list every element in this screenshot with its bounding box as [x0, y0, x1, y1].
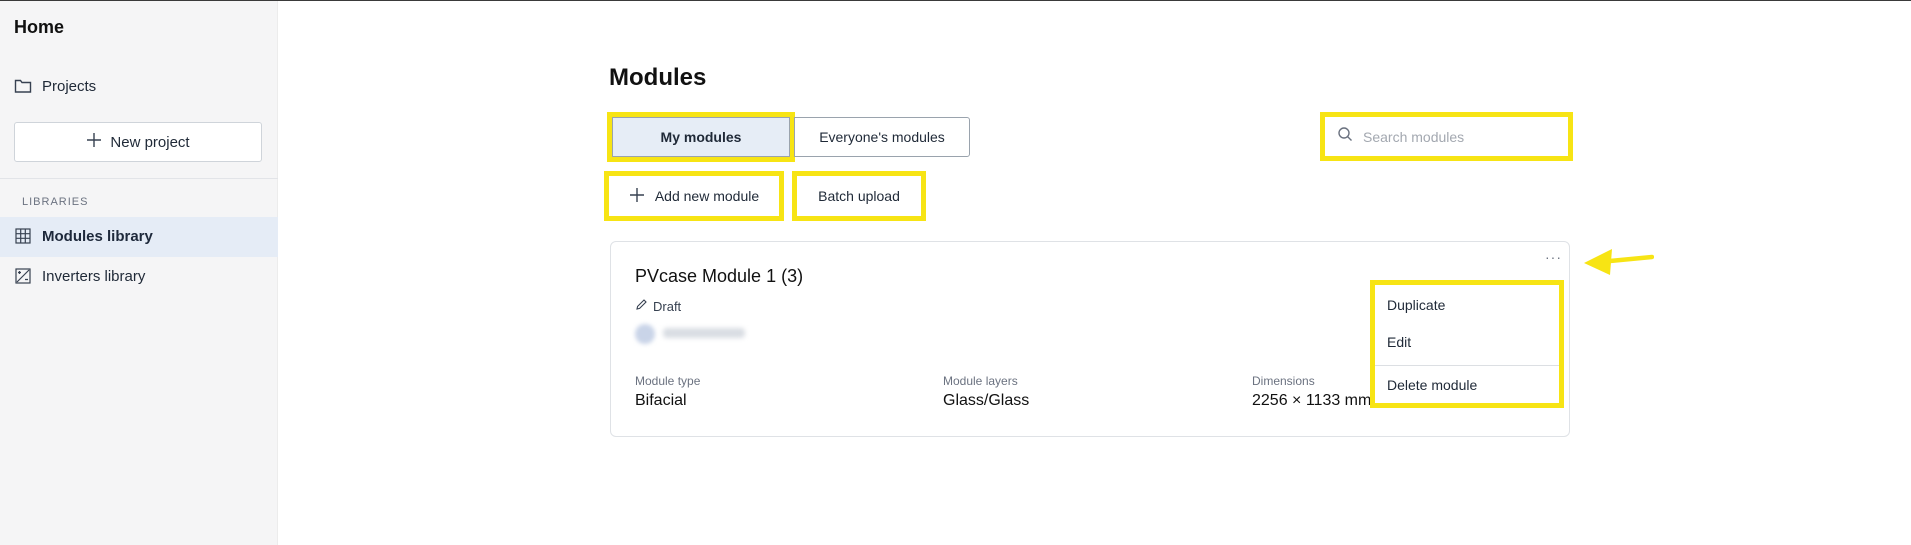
- plus-icon: [86, 132, 102, 152]
- add-new-module-label: Add new module: [654, 188, 760, 204]
- menu-item-delete-module[interactable]: Delete module: [1375, 367, 1559, 403]
- avatar: [635, 324, 655, 344]
- sidebar-item-label: Inverters library: [42, 267, 146, 285]
- sidebar-item-projects[interactable]: Projects: [14, 77, 96, 95]
- tab-my-modules[interactable]: My modules: [607, 112, 795, 162]
- annotation-arrow-icon: [1584, 249, 1654, 275]
- folder-icon: [14, 77, 32, 95]
- more-options-icon[interactable]: ···: [1545, 249, 1562, 265]
- context-menu: Duplicate Edit Delete module: [1370, 280, 1564, 408]
- module-type-label: Module type: [635, 374, 701, 388]
- sidebar: Home Projects New project LIBRARIES Modu…: [0, 1, 278, 545]
- search-input[interactable]: [1363, 128, 1563, 145]
- add-new-module-button[interactable]: Add new module: [604, 171, 784, 221]
- menu-item-duplicate[interactable]: Duplicate: [1375, 287, 1559, 323]
- tab-label: Everyone's modules: [819, 129, 945, 145]
- search-box[interactable]: [1320, 112, 1573, 161]
- batch-upload-label: Batch upload: [818, 188, 900, 204]
- module-card-title[interactable]: PVcase Module 1 (3): [635, 266, 803, 287]
- tab-label: My modules: [660, 129, 742, 145]
- status-badge: Draft: [635, 298, 681, 314]
- grid-icon: [14, 227, 32, 245]
- new-project-button[interactable]: New project: [14, 122, 262, 162]
- inverter-icon: [14, 267, 32, 285]
- module-type-value: Bifacial: [635, 392, 687, 409]
- status-label: Draft: [653, 298, 682, 314]
- module-layers-value: Glass/Glass: [943, 392, 1030, 409]
- pencil-icon: [635, 298, 648, 314]
- new-project-label: New project: [110, 133, 190, 151]
- sidebar-home-title[interactable]: Home: [14, 17, 64, 38]
- sidebar-section-heading: LIBRARIES: [22, 196, 89, 208]
- dimensions-label: Dimensions: [1252, 374, 1315, 388]
- search-icon: [1337, 126, 1353, 147]
- sidebar-item-label: Modules library: [42, 227, 153, 245]
- sidebar-item-inverters-library[interactable]: Inverters library: [14, 267, 145, 285]
- sidebar-item-label: Projects: [42, 77, 97, 95]
- tab-everyones-modules[interactable]: Everyone's modules: [794, 117, 970, 157]
- window-top-border: [0, 0, 1911, 1]
- batch-upload-button[interactable]: Batch upload: [792, 171, 926, 221]
- plus-icon: [629, 187, 645, 206]
- sidebar-divider: [0, 178, 278, 179]
- module-layers-label: Module layers: [943, 374, 1018, 388]
- menu-item-edit[interactable]: Edit: [1375, 324, 1559, 360]
- sidebar-item-modules-library[interactable]: Modules library: [14, 227, 153, 245]
- dimensions-value: 2256 × 1133 mm: [1252, 392, 1372, 409]
- menu-divider: [1375, 365, 1559, 366]
- author-name-blurred: [663, 328, 745, 338]
- page-title: Modules: [609, 64, 707, 91]
